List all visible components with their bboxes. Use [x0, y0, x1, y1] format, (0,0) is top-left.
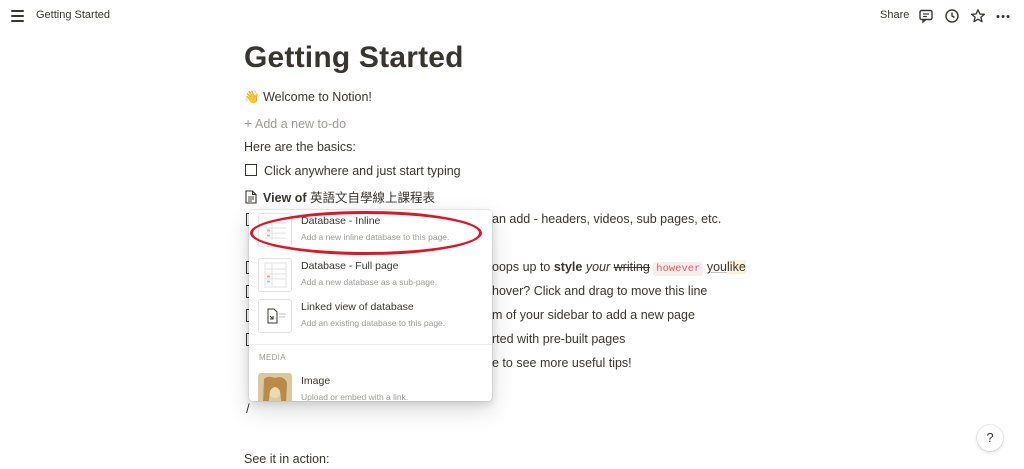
hamburger-menu-icon[interactable]: [11, 10, 24, 22]
add-todo-label: Add a new to-do: [254, 117, 347, 131]
view-name: 英語文自學線上課程表: [310, 191, 436, 205]
linked-view-line[interactable]: View of 英語文自學線上課程表: [244, 187, 435, 206]
style-pre-text: oops up to: [492, 260, 554, 274]
line-tips[interactable]: e to see more useful tips!: [492, 356, 632, 370]
share-button[interactable]: Share: [880, 9, 909, 21]
checkbox-icon[interactable]: [245, 164, 257, 176]
menu-item-desc: Add an existing database to this page.: [301, 318, 446, 328]
star-icon[interactable]: [970, 8, 986, 24]
page-icon: [245, 190, 257, 204]
table-icon: [258, 258, 292, 292]
slash-command-text[interactable]: /: [246, 401, 250, 416]
line-sidebar[interactable]: m of your sidebar to add a new page: [492, 308, 695, 322]
line-hover[interactable]: hover? Click and drag to move this line: [492, 284, 707, 298]
menu-item-database-full-page[interactable]: Database - Full page Add a new database …: [249, 255, 492, 295]
welcome-line[interactable]: 👋 Welcome to Notion!: [244, 90, 372, 105]
style-underline-text: you: [706, 260, 728, 274]
menu-item-desc: Add a new database as a sub-page.: [301, 277, 438, 287]
line-add-partial[interactable]: an add - headers, videos, sub pages, etc…: [492, 212, 721, 226]
help-button[interactable]: ?: [977, 425, 1003, 451]
menu-divider: [249, 344, 492, 345]
basics-heading[interactable]: Here are the basics:: [244, 140, 356, 154]
image-thumbnail: [258, 373, 292, 401]
menu-item-title: Database - Full page: [301, 260, 399, 272]
menu-item-title: Image: [301, 375, 331, 387]
annotation-highlight-circle: [250, 211, 482, 255]
top-bar: Getting Started Share: [0, 0, 1024, 34]
view-label: View of: [263, 191, 307, 205]
menu-item-linked-view[interactable]: Linked view of database Add an existing …: [249, 296, 492, 336]
line-style[interactable]: oops up to style your writing however yo…: [492, 260, 746, 276]
menu-section-media: MEDIA: [259, 353, 286, 362]
wave-emoji: 👋: [244, 90, 260, 104]
todo-text: Click anywhere and just start typing: [264, 164, 461, 178]
linked-db-icon: [258, 299, 292, 333]
style-code-text: however: [653, 262, 704, 276]
line-started[interactable]: rted with pre-built pages: [492, 332, 625, 346]
menu-item-image[interactable]: Image Upload or embed with a link.: [249, 370, 492, 401]
menu-item-desc: Upload or embed with a link.: [301, 392, 409, 401]
style-bold-text: style: [553, 260, 583, 274]
welcome-text: Welcome to Notion!: [263, 90, 372, 104]
menu-item-title: Linked view of database: [301, 301, 414, 313]
more-icon[interactable]: [995, 8, 1011, 24]
see-it-in-action[interactable]: See it in action:: [244, 452, 329, 466]
style-highlight-text: like: [727, 260, 746, 274]
style-italic-text: your: [585, 260, 611, 274]
todo-item[interactable]: Click anywhere and just start typing: [244, 164, 461, 178]
add-todo-button[interactable]: + Add a new to-do: [244, 115, 346, 131]
page-title[interactable]: Getting Started: [244, 41, 464, 75]
comment-icon[interactable]: [918, 8, 934, 24]
plus-icon: +: [244, 115, 253, 131]
style-strike-text: writing: [613, 260, 650, 274]
breadcrumb[interactable]: Getting Started: [36, 9, 110, 21]
clock-icon[interactable]: [944, 8, 960, 24]
